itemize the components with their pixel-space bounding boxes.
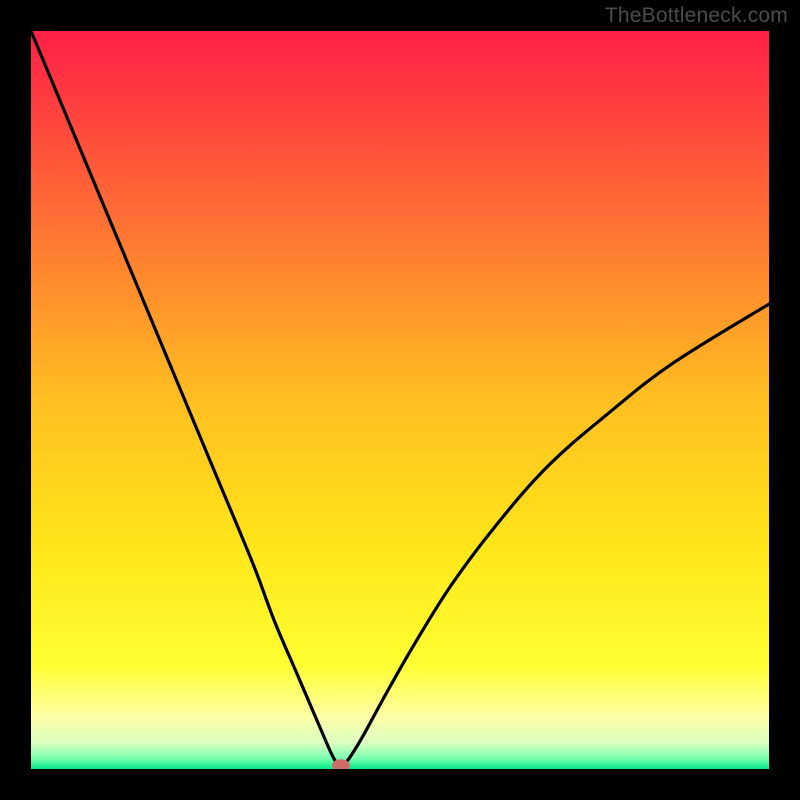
gradient-fill <box>31 31 769 769</box>
plot-area <box>31 31 769 769</box>
plot-svg <box>31 31 769 769</box>
chart-stage: TheBottleneck.com <box>0 0 800 800</box>
watermark-text: TheBottleneck.com <box>605 4 788 28</box>
